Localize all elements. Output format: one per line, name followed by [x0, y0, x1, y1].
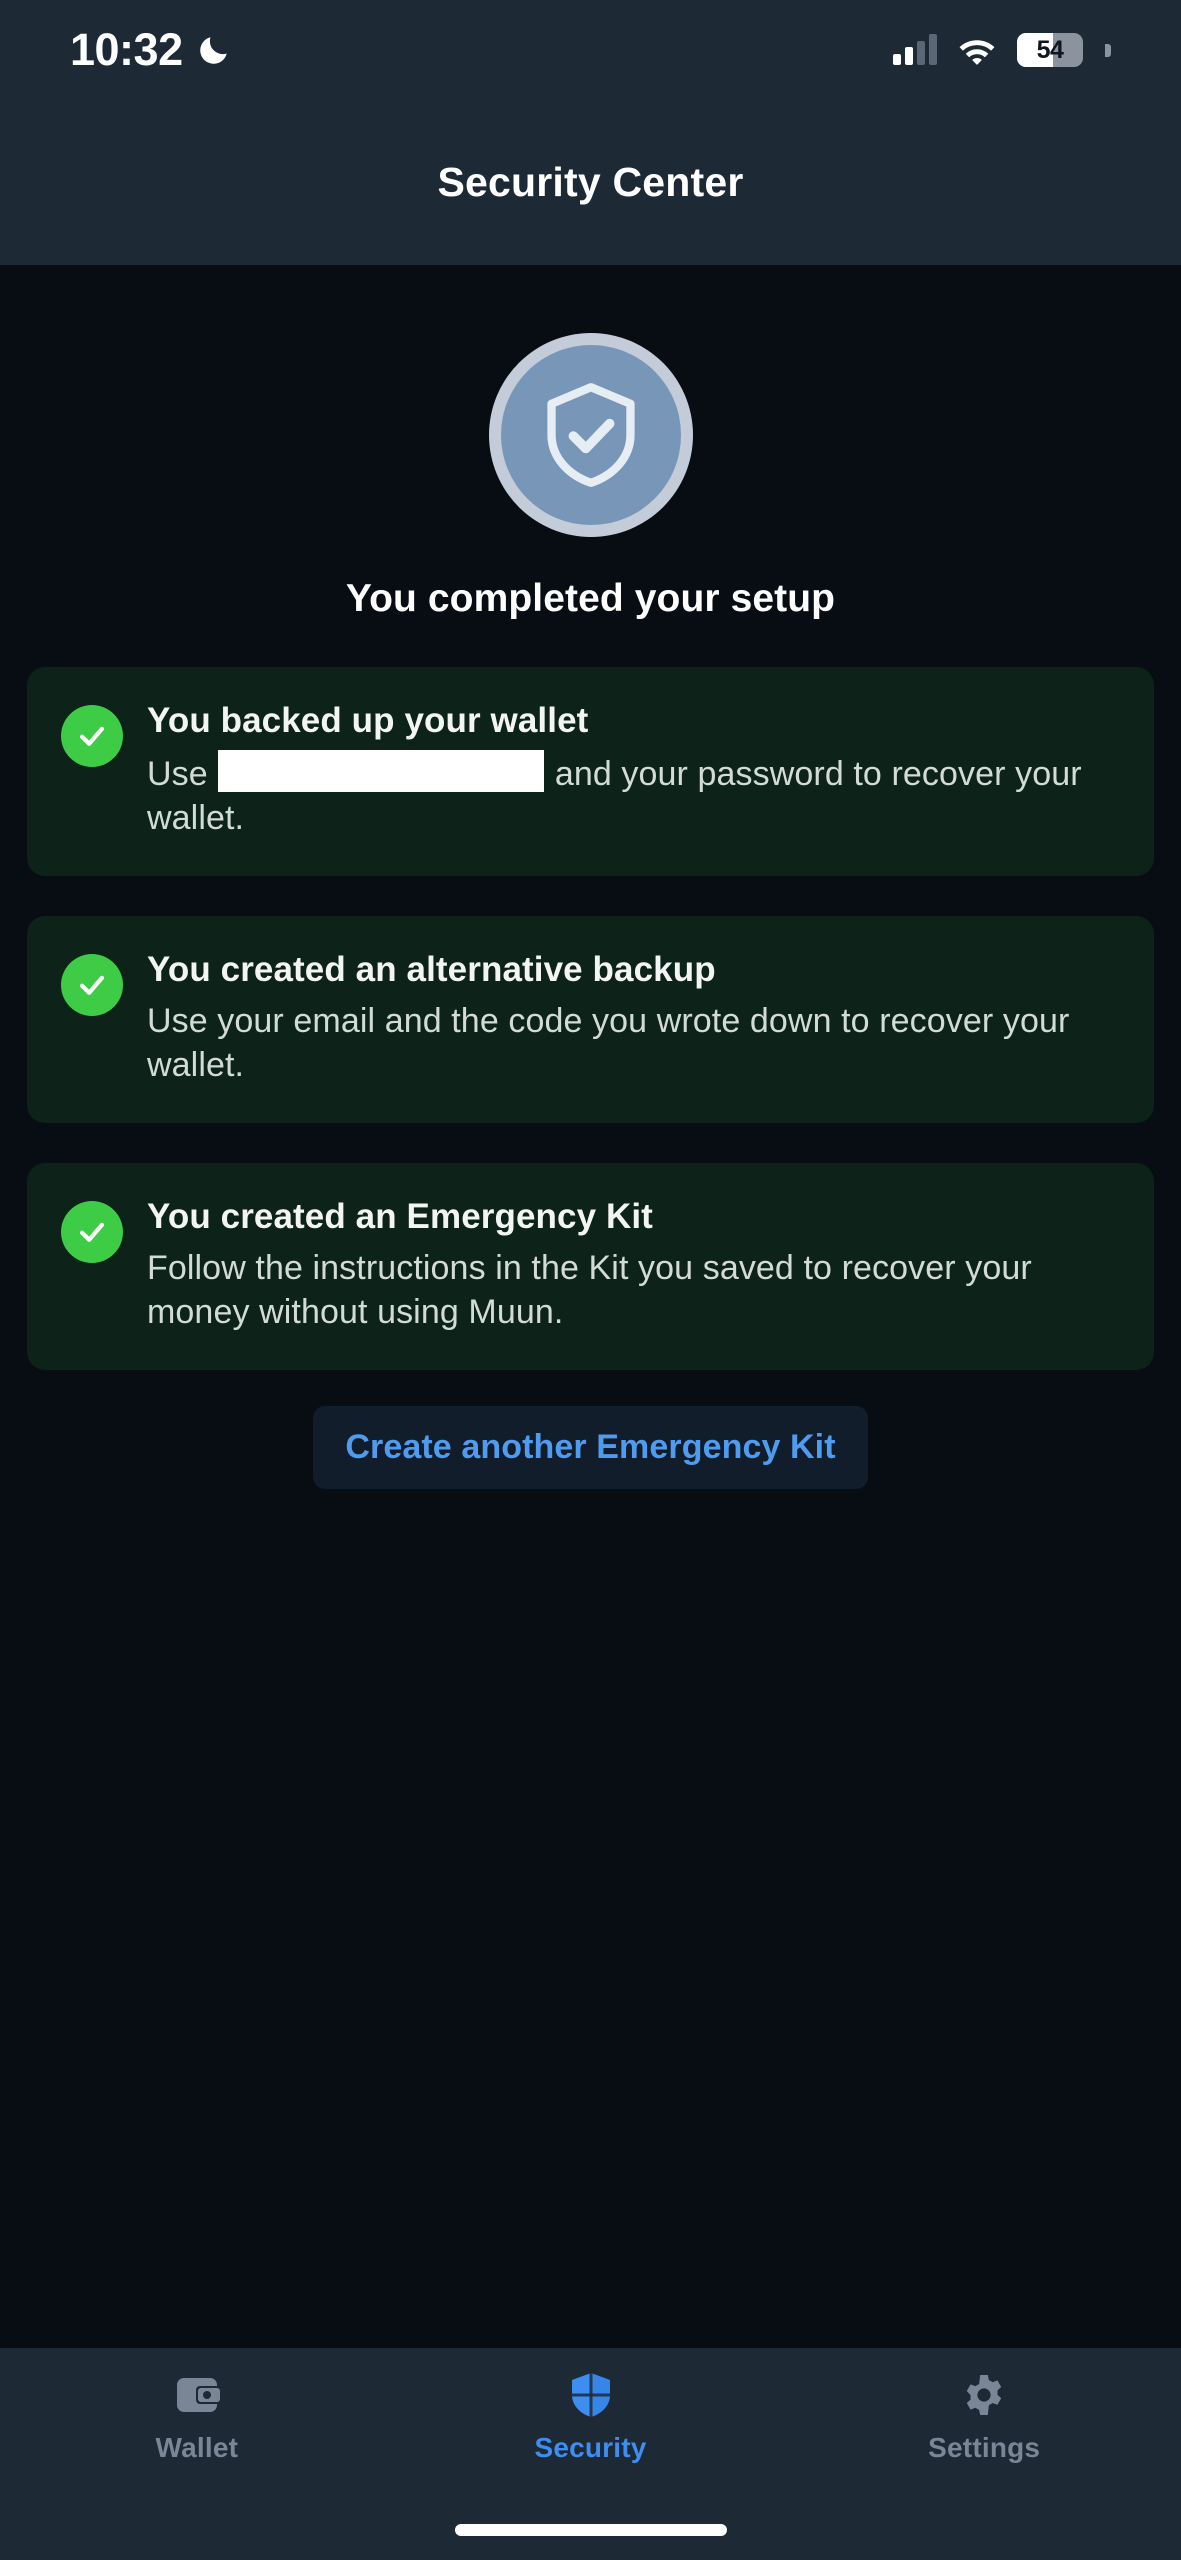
card-body: You backed up your wallet Use and your p… [147, 701, 1116, 840]
status-bar: 10:32 54 [0, 0, 1181, 100]
redacted-value [218, 749, 545, 792]
cta-container: Create another Emergency Kit [0, 1405, 1181, 1489]
cellular-signal-icon [893, 34, 937, 65]
check-circle-icon [61, 705, 123, 767]
card-description-before: Use [147, 754, 218, 793]
create-another-emergency-kit-button[interactable]: Create another Emergency Kit [313, 1405, 868, 1489]
card-description: Follow the instructions in the Kit you s… [147, 1248, 1032, 1331]
page-title: Security Center [437, 159, 744, 205]
checklist-card[interactable]: You backed up your wallet Use and your p… [27, 667, 1154, 876]
wallet-icon [174, 2370, 220, 2420]
check-circle-icon [61, 953, 123, 1016]
home-indicator[interactable] [454, 2524, 727, 2536]
app-root: 10:32 54 Security Center You completed y… [0, 0, 1181, 2560]
checklist-card[interactable]: You created an alternative backup Use yo… [27, 915, 1154, 1123]
card-description: Use and your password to recover your wa… [147, 749, 1116, 840]
crescent-moon-icon [199, 37, 227, 64]
tab-label: Settings [928, 2432, 1041, 2463]
card-body: You created an Emergency Kit Follow the … [147, 1197, 1116, 1334]
home-indicator-area [0, 2500, 1181, 2560]
status-bar-right: 54 [893, 33, 1111, 67]
card-description: Use your email and the code you wrote do… [147, 1001, 1070, 1084]
shield-check-icon [546, 383, 635, 487]
hero-badge [488, 333, 693, 537]
main-content: You completed your setup You backed up y… [0, 265, 1181, 2348]
app-header: Security Center [0, 100, 1181, 265]
tab-settings[interactable]: Settings [787, 2370, 1181, 2500]
shield-icon [569, 2370, 613, 2420]
check-circle-icon [61, 1200, 123, 1263]
checklist-cards: You backed up your wallet Use and your p… [0, 667, 1181, 1370]
card-title: You created an Emergency Kit [147, 1196, 653, 1236]
gear-icon [961, 2370, 1007, 2420]
tab-security[interactable]: Security [394, 2370, 788, 2500]
tab-wallet[interactable]: Wallet [0, 2370, 394, 2500]
card-title: You backed up your wallet [147, 701, 589, 740]
wifi-icon [959, 40, 995, 65]
bottom-tab-bar: Wallet Security Settings [0, 2348, 1181, 2500]
hero-badge-inner [500, 345, 681, 525]
battery-nub [1105, 43, 1111, 57]
hero-title: You completed your setup [345, 577, 836, 620]
battery-indicator: 54 [1017, 33, 1083, 67]
tab-label: Security [534, 2432, 647, 2463]
card-title: You created an alternative backup [147, 949, 716, 989]
status-bar-left: 10:32 [70, 24, 231, 76]
tab-label: Wallet [155, 2432, 239, 2463]
card-body: You created an alternative backup Use yo… [147, 950, 1116, 1087]
checklist-card[interactable]: You created an Emergency Kit Follow the … [27, 1162, 1154, 1370]
battery-percent-label: 54 [1036, 35, 1064, 64]
status-bar-clock: 10:32 [70, 24, 183, 75]
